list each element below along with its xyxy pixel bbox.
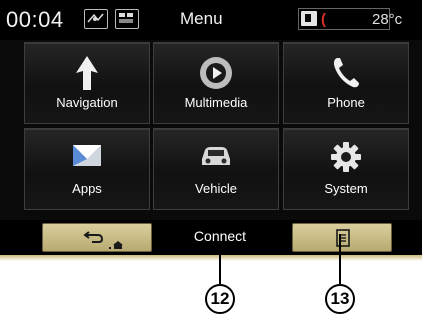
tile-label: Multimedia — [184, 95, 248, 110]
phone-handset-icon — [331, 55, 361, 94]
tile-system[interactable]: System — [283, 128, 409, 210]
tile-label: Navigation — [56, 95, 118, 110]
tile-phone[interactable]: Phone — [283, 42, 409, 124]
tile-label: Phone — [327, 95, 365, 110]
head-unit-screen: 00:04 Menu ( 28°c Navigation Multimedia … — [0, 0, 422, 255]
bottom-bar: Connect — [0, 220, 422, 255]
apps-envelope-icon — [71, 141, 103, 174]
page-title: Menu — [180, 9, 223, 28]
tile-apps[interactable]: Apps — [24, 128, 150, 210]
tile-navigation[interactable]: Navigation — [24, 42, 150, 124]
message-icon — [301, 11, 317, 26]
temperature: 28°c — [372, 11, 403, 28]
callout-12: 12 — [205, 284, 235, 314]
callout-13: 13 — [325, 284, 355, 314]
connect-button[interactable]: Connect — [160, 228, 280, 244]
back-home-button[interactable] — [42, 223, 152, 252]
media-status-icon[interactable] — [115, 9, 139, 29]
tile-label: System — [324, 181, 368, 196]
gear-icon — [330, 141, 362, 178]
navigation-arrow-icon — [74, 55, 100, 96]
clock: 00:04 — [6, 7, 64, 32]
tile-multimedia[interactable]: Multimedia — [153, 42, 279, 124]
tile-label: Apps — [72, 181, 102, 196]
tile-vehicle[interactable]: Vehicle — [153, 128, 279, 210]
navigation-status-icon[interactable] — [84, 9, 108, 29]
context-menu-button[interactable] — [292, 223, 392, 252]
tile-label: Vehicle — [195, 181, 237, 196]
callout-leader-13 — [339, 234, 341, 284]
play-disc-icon — [198, 55, 234, 96]
screen-bezel-edge — [0, 255, 422, 261]
call-signal-icon: ( — [321, 11, 326, 28]
home-icon — [109, 237, 125, 255]
back-arrow-icon — [83, 229, 105, 250]
callout-leader-12 — [219, 246, 221, 284]
status-bar: 00:04 Menu ( 28°c — [0, 0, 422, 40]
car-icon — [197, 141, 235, 174]
